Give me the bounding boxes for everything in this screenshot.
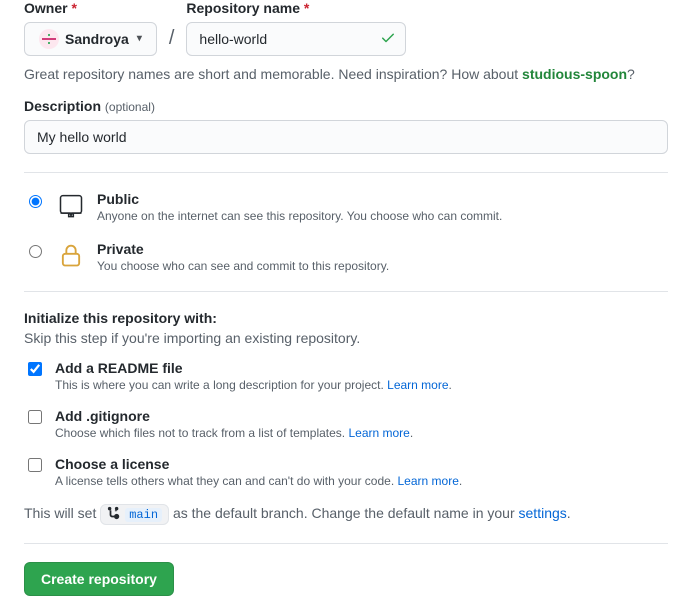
caret-down-icon: ▾ [137,29,142,49]
init-subheading: Skip this step if you're importing an ex… [24,330,668,346]
branch-name: main [125,508,162,522]
license-learn-more[interactable]: Learn more [398,474,459,488]
visibility-public-radio[interactable] [29,195,42,208]
description-input[interactable] [24,120,668,154]
name-helper: Great repository names are short and mem… [24,66,668,82]
branch-pill: main [100,504,169,525]
visibility-public-desc: Anyone on the internet can see this repo… [97,209,502,223]
readme-title: Add a README file [55,360,452,376]
repo-name-input[interactable] [186,22,406,56]
lock-icon [57,241,85,272]
readme-desc: This is where you can write a long descr… [55,378,452,392]
repo-name-label: Repository name * [186,0,406,16]
description-label: Description (optional) [24,98,668,114]
repo-public-icon [57,191,85,222]
license-desc: A license tells others what they can and… [55,474,462,488]
default-branch-note: This will set main as the default branch… [24,504,668,525]
branch-settings-link[interactable]: settings [519,505,567,521]
readme-learn-more[interactable]: Learn more [387,378,448,392]
license-title: Choose a license [55,456,462,472]
gitignore-checkbox[interactable] [28,410,42,424]
owner-name: Sandroya [65,29,129,49]
gitignore-learn-more[interactable]: Learn more [348,426,409,440]
visibility-private-radio[interactable] [29,245,42,258]
gitignore-title: Add .gitignore [55,408,413,424]
visibility-public-title: Public [97,191,502,207]
gitignore-desc: Choose which files not to track from a l… [55,426,413,440]
slash-separator: / [165,27,179,50]
owner-avatar-icon [39,29,59,49]
visibility-private-desc: You choose who can see and commit to thi… [97,259,389,273]
check-icon [380,30,396,49]
license-checkbox[interactable] [28,458,42,472]
readme-checkbox[interactable] [28,362,42,376]
visibility-private-title: Private [97,241,389,257]
create-repository-button[interactable]: Create repository [24,562,174,596]
owner-select[interactable]: Sandroya ▾ [24,22,157,56]
git-branch-icon [107,506,121,523]
name-suggestion[interactable]: studious-spoon [522,66,627,82]
init-heading: Initialize this repository with: [24,310,668,326]
owner-label: Owner * [24,0,157,16]
